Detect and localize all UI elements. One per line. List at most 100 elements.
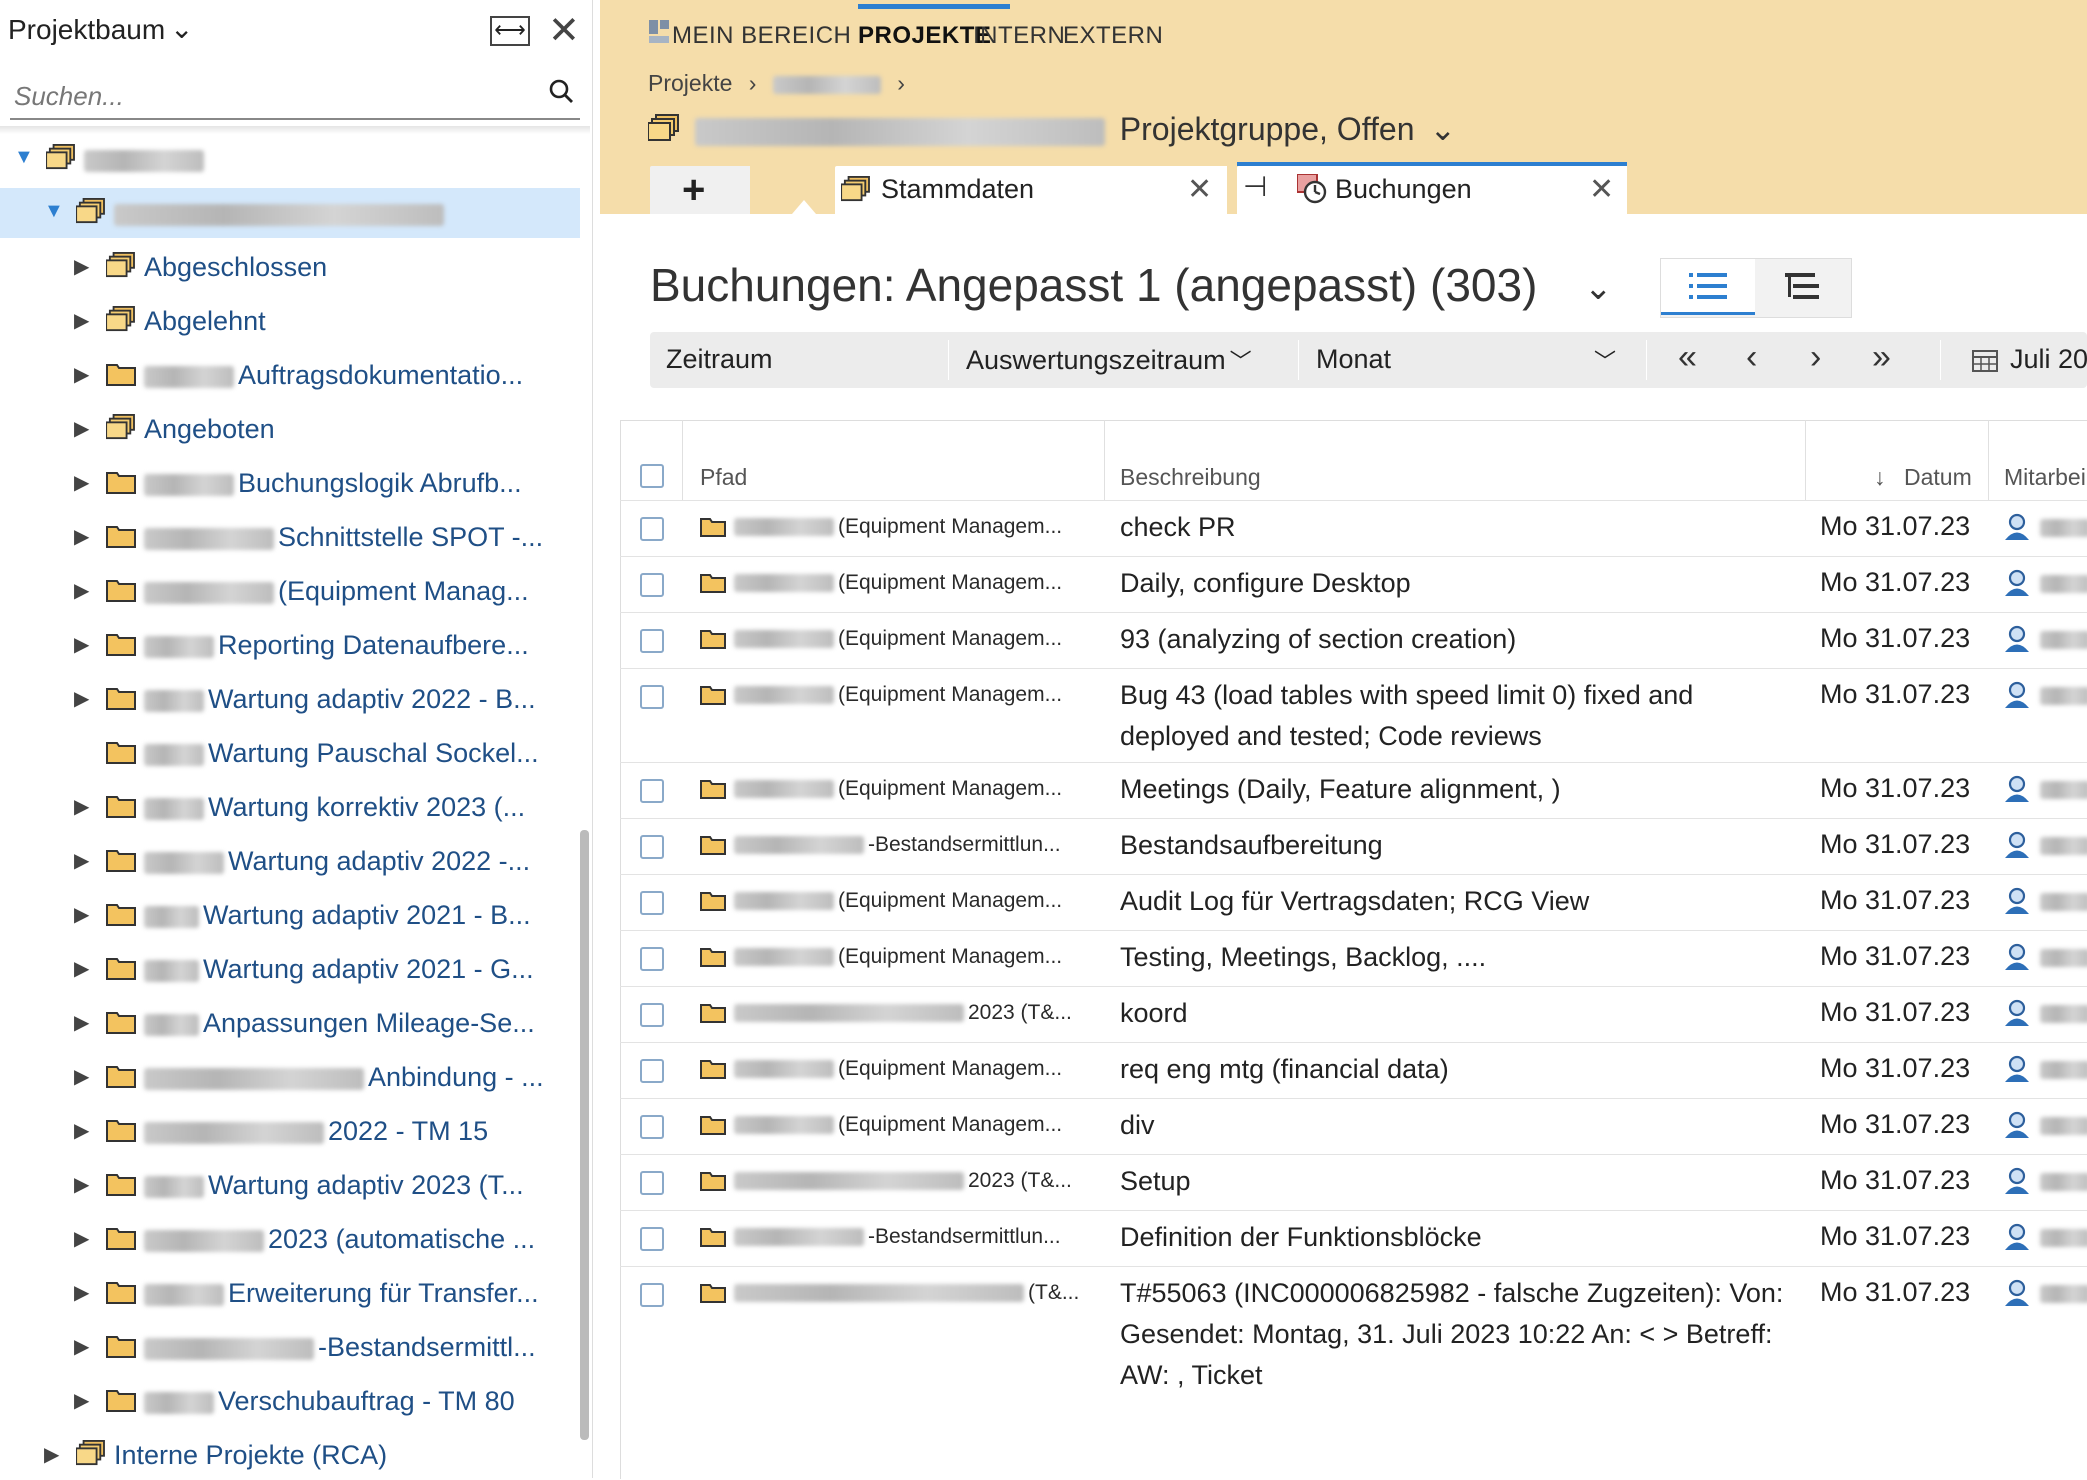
expand-arrow-icon[interactable]: ▶ bbox=[74, 632, 89, 657]
monat-select[interactable]: Monat bbox=[1316, 344, 1391, 375]
tree-node[interactable]: ▶ 2022 - TM 15 bbox=[0, 1106, 580, 1156]
last-period-button[interactable]: » bbox=[1872, 338, 1891, 377]
row-path[interactable]: 2023 (T&... bbox=[734, 1169, 1072, 1193]
expand-arrow-icon[interactable]: ▶ bbox=[74, 686, 89, 711]
tree-node[interactable]: ▶ Wartung adaptiv 2022 -... bbox=[0, 836, 580, 886]
row-path[interactable]: (Equipment Managem... bbox=[734, 627, 1062, 651]
table-row[interactable]: -Bestandsermittlun... Bestandsaufbereitun… bbox=[620, 818, 2087, 875]
tree-node[interactable]: ▶ Wartung adaptiv 2021 - G... bbox=[0, 944, 580, 994]
expand-arrow-icon[interactable]: ▶ bbox=[44, 1442, 59, 1467]
expand-arrow-icon[interactable]: ▶ bbox=[74, 1280, 89, 1305]
table-row[interactable]: (Equipment Managem... Daily, configure De… bbox=[620, 556, 2087, 613]
close-tab-icon[interactable]: ✕ bbox=[1187, 172, 1212, 207]
row-checkbox[interactable] bbox=[640, 947, 664, 971]
chevron-down-icon[interactable]: ﹀ bbox=[1594, 344, 1616, 376]
tree-node[interactable]: ▶ Angeboten bbox=[0, 404, 580, 454]
breadcrumb-item[interactable] bbox=[772, 75, 881, 94]
row-description[interactable]: Audit Log für Vertragsdaten; RCG View bbox=[1120, 881, 1810, 922]
table-row[interactable]: (Equipment Managem... check PR Mo 31.07.23 bbox=[620, 500, 2087, 557]
row-description[interactable]: Meetings (Daily, Feature alignment, ) bbox=[1120, 769, 1810, 810]
sort-desc-icon[interactable]: ↓ bbox=[1874, 464, 1886, 491]
expand-arrow-icon[interactable]: ▶ bbox=[74, 362, 89, 387]
row-description[interactable]: Bug 43 (load tables with speed limit 0) … bbox=[1120, 675, 1810, 757]
list-view-button[interactable] bbox=[1661, 259, 1755, 315]
row-checkbox[interactable] bbox=[640, 779, 664, 803]
row-checkbox[interactable] bbox=[640, 1171, 664, 1195]
chevron-down-icon[interactable]: ⌄ bbox=[170, 12, 193, 45]
auswertungszeitraum-select[interactable]: Auswertungszeitraum ﹀ bbox=[966, 344, 1252, 376]
table-row[interactable]: (Equipment Managem... Audit Log für Vertr… bbox=[620, 874, 2087, 931]
row-description[interactable]: Setup bbox=[1120, 1161, 1810, 1202]
row-description[interactable]: koord bbox=[1120, 993, 1810, 1034]
nav-tab-intern[interactable]: INTERN bbox=[973, 22, 1065, 50]
view-title[interactable]: Buchungen: Angepasst 1 (angepasst) (303) bbox=[650, 258, 1537, 312]
breadcrumb-projekte[interactable]: Projekte bbox=[648, 70, 732, 96]
select-all-checkbox[interactable] bbox=[640, 464, 664, 488]
tree-node[interactable]: ▶ 2023 (automatische ... bbox=[0, 1214, 580, 1264]
row-path[interactable]: (Equipment Managem... bbox=[734, 889, 1062, 913]
table-row[interactable]: (Equipment Managem... Bug 43 (load tables… bbox=[620, 668, 2087, 763]
expand-arrow-icon[interactable]: ▶ bbox=[74, 1064, 89, 1089]
row-path[interactable]: 2023 (T&... bbox=[734, 1001, 1072, 1025]
expand-arrow-icon[interactable]: ▶ bbox=[74, 416, 89, 441]
expand-arrow-icon[interactable]: ▶ bbox=[74, 308, 89, 333]
nav-tab-projekte[interactable]: PROJEKTE bbox=[858, 22, 991, 50]
tree-node[interactable]: ▶ (Equipment Manag... bbox=[0, 566, 580, 616]
expand-arrow-icon[interactable]: ▶ bbox=[74, 254, 89, 279]
tree-node[interactable]: ▶ Verschubauftrag - TM 80 bbox=[0, 1376, 580, 1426]
row-description[interactable]: Definition der Funktionsblöcke bbox=[1120, 1217, 1810, 1258]
row-path[interactable]: -Bestandsermittlun... bbox=[734, 833, 1061, 857]
tree-node[interactable]: ▶ Wartung adaptiv 2023 (T... bbox=[0, 1160, 580, 1210]
row-path[interactable]: (T&... bbox=[734, 1281, 1079, 1305]
row-path[interactable]: (Equipment Managem... bbox=[734, 1057, 1062, 1081]
row-description[interactable]: check PR bbox=[1120, 507, 1810, 548]
expand-arrow-icon[interactable]: ▶ bbox=[74, 794, 89, 819]
column-header-beschreibung[interactable]: Beschreibung bbox=[1120, 464, 1261, 491]
table-row[interactable]: (T&... T#55063 (INC000006825982 - falsche… bbox=[620, 1266, 2087, 1479]
chevron-down-icon[interactable]: ⌄ bbox=[1429, 111, 1456, 147]
column-header-mitarbeiter[interactable]: Mitarbei bbox=[2004, 464, 2086, 491]
column-header-pfad[interactable]: Pfad bbox=[700, 464, 747, 491]
expand-arrow-icon[interactable]: ▶ bbox=[74, 470, 89, 495]
pin-icon[interactable]: ⊣ bbox=[1243, 170, 1267, 203]
row-checkbox[interactable] bbox=[640, 1283, 664, 1307]
tree-node[interactable]: ▶ Wartung korrektiv 2023 (... bbox=[0, 782, 580, 832]
row-checkbox[interactable] bbox=[640, 1227, 664, 1251]
table-row[interactable]: (Equipment Managem... req eng mtg (financ… bbox=[620, 1042, 2087, 1099]
tree-node[interactable]: ▶ Auftragsdokumentatio... bbox=[0, 350, 580, 400]
row-description[interactable]: div bbox=[1120, 1105, 1810, 1146]
tree-node[interactable]: ▶ -Bestandsermittl... bbox=[0, 1322, 580, 1372]
row-checkbox[interactable] bbox=[640, 685, 664, 709]
row-description[interactable]: req eng mtg (financial data) bbox=[1120, 1049, 1810, 1090]
first-period-button[interactable]: « bbox=[1678, 338, 1697, 377]
row-path[interactable]: (Equipment Managem... bbox=[734, 515, 1062, 539]
table-row[interactable]: (Equipment Managem... Testing, Meetings, … bbox=[620, 930, 2087, 987]
next-period-button[interactable]: › bbox=[1810, 338, 1821, 377]
row-path[interactable]: (Equipment Managem... bbox=[734, 683, 1062, 707]
collapse-arrow-icon[interactable]: ▼ bbox=[14, 146, 34, 169]
row-description[interactable]: T#55063 (INC000006825982 - falsche Zugze… bbox=[1120, 1273, 1810, 1396]
tree-node[interactable]: Wartung Pauschal Sockel... bbox=[0, 728, 580, 778]
tree-node[interactable]: ▼ bbox=[0, 134, 580, 184]
expand-arrow-icon[interactable]: ▶ bbox=[74, 1226, 89, 1251]
tree-node[interactable]: ▶ Wartung adaptiv 2021 - B... bbox=[0, 890, 580, 940]
table-row[interactable]: -Bestandsermittlun... Definition der Funk… bbox=[620, 1210, 2087, 1267]
collapse-arrow-icon[interactable]: ▼ bbox=[44, 200, 64, 223]
chevron-down-icon[interactable]: ⌄ bbox=[1584, 268, 1613, 308]
tab-buchungen[interactable]: ⊣ Buchungen ✕ bbox=[1237, 166, 1627, 214]
nav-tab-extern[interactable]: EXTERN bbox=[1063, 22, 1163, 50]
row-path[interactable]: (Equipment Managem... bbox=[734, 1113, 1062, 1137]
row-checkbox[interactable] bbox=[640, 1115, 664, 1139]
row-checkbox[interactable] bbox=[640, 1003, 664, 1027]
expand-arrow-icon[interactable]: ▶ bbox=[74, 956, 89, 981]
expand-arrow-icon[interactable]: ▶ bbox=[74, 1010, 89, 1035]
close-icon[interactable]: ✕ bbox=[548, 8, 580, 53]
project-group-title[interactable]: Projektgruppe, Offen ⌄ bbox=[647, 110, 1456, 148]
row-path[interactable]: (Equipment Managem... bbox=[734, 571, 1062, 595]
table-row[interactable]: (Equipment Managem... Meetings (Daily, Fe… bbox=[620, 762, 2087, 819]
nav-tab-mein-bereich[interactable]: MEIN BEREICH bbox=[672, 22, 851, 50]
row-checkbox[interactable] bbox=[640, 891, 664, 915]
row-description[interactable]: Testing, Meetings, Backlog, .... bbox=[1120, 937, 1810, 978]
prev-period-button[interactable]: ‹ bbox=[1746, 338, 1757, 377]
row-checkbox[interactable] bbox=[640, 517, 664, 541]
